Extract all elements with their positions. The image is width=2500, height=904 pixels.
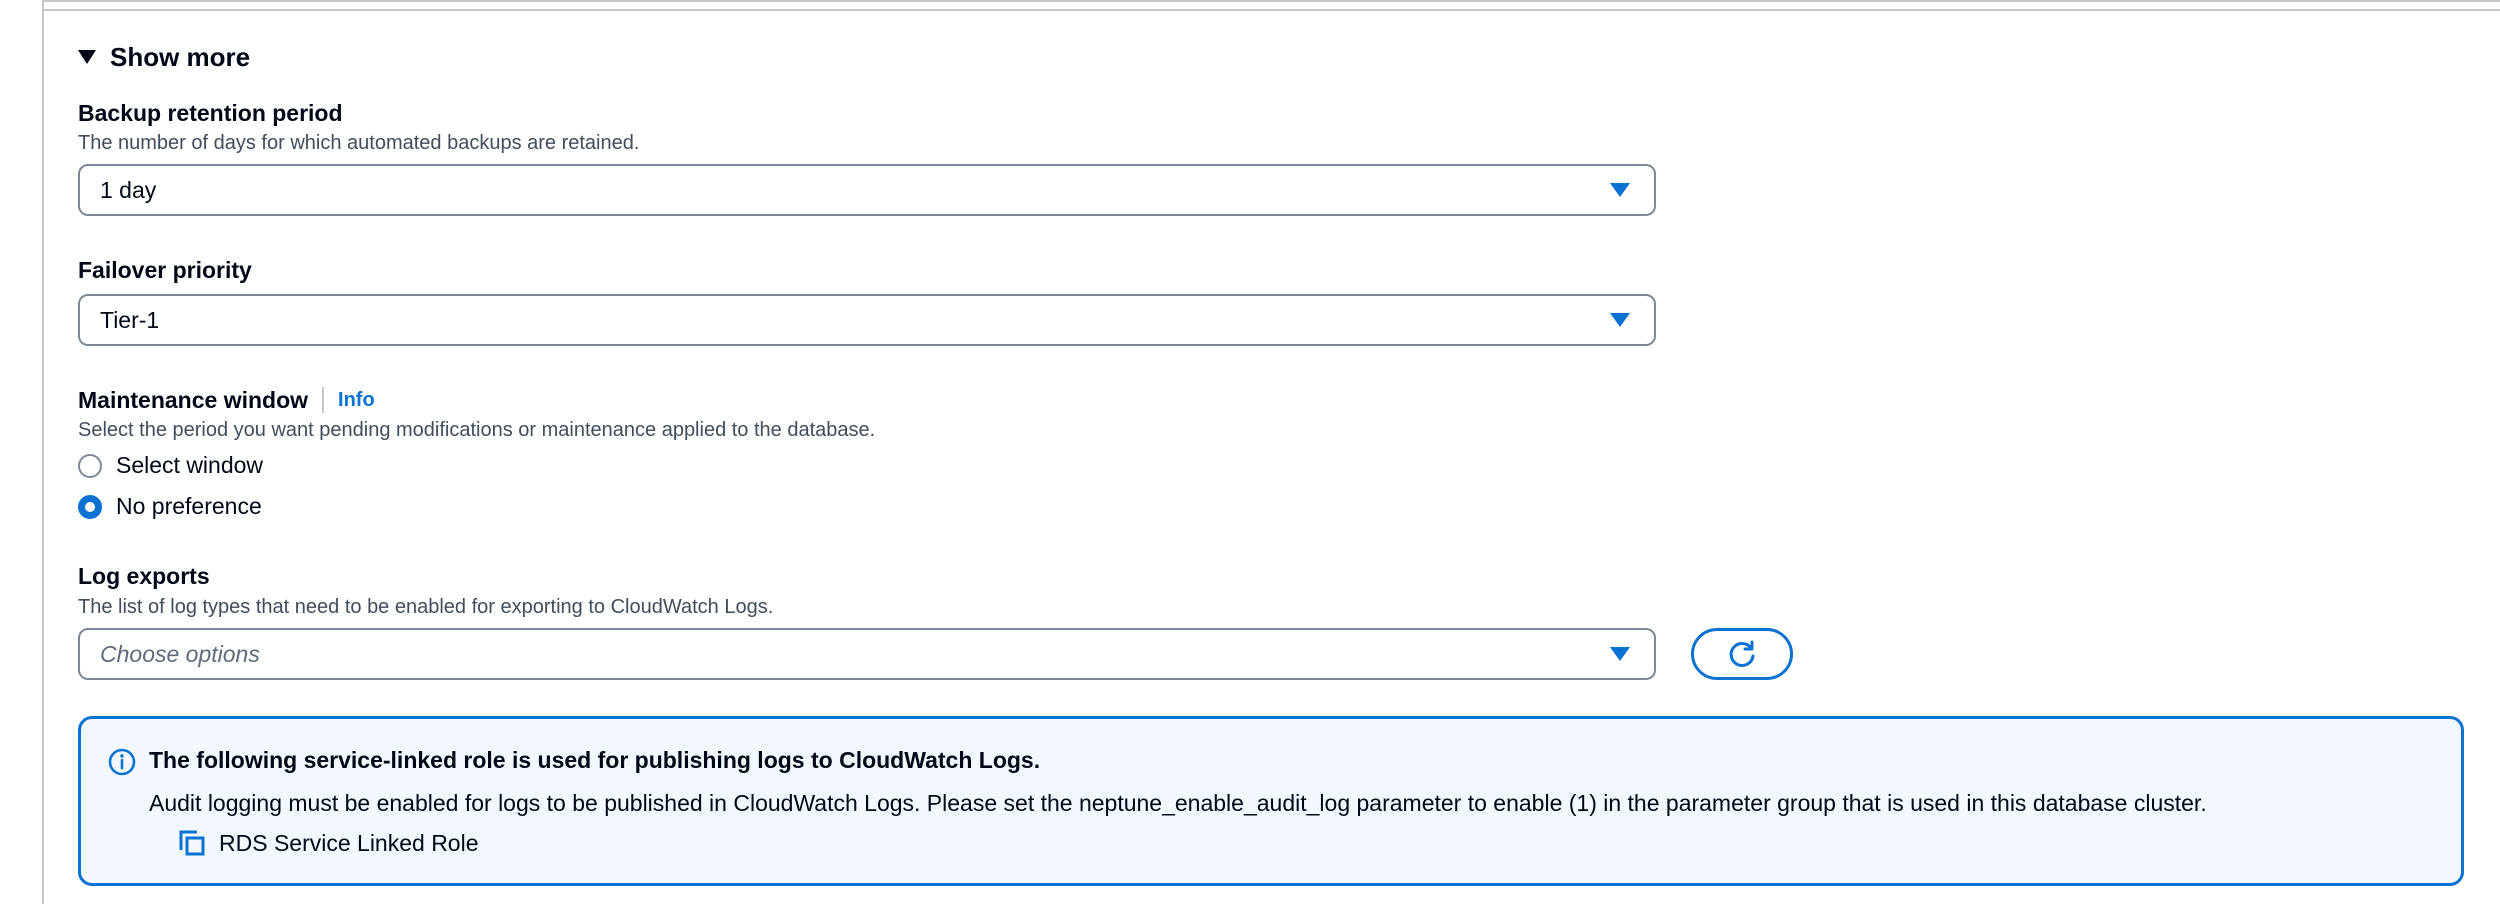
backup-retention-description: The number of days for which automated b…: [78, 132, 640, 154]
backup-retention-select[interactable]: 1 day: [78, 164, 1656, 216]
refresh-button[interactable]: [1691, 628, 1793, 680]
maintenance-window-header: Maintenance window Info: [78, 385, 375, 415]
radio-label: Select window: [116, 452, 264, 478]
maintenance-window-description: Select the period you want pending modif…: [78, 419, 876, 441]
alert-body: Audit logging must be enabled for logs t…: [149, 790, 2207, 816]
radio-button[interactable]: [78, 453, 102, 478]
dropdown-arrow-icon: [1610, 647, 1630, 661]
log-exports-description: The list of log types that need to be en…: [78, 596, 774, 618]
refresh-icon: [1729, 640, 1755, 667]
caret-down-icon: [78, 50, 96, 64]
failover-priority-label: Failover priority: [78, 257, 252, 283]
failover-priority-value: Tier-1: [100, 306, 160, 333]
radio-no-preference[interactable]: No preference: [78, 493, 262, 520]
backup-retention-value: 1 day: [100, 176, 157, 203]
dropdown-arrow-icon: [1610, 313, 1630, 327]
divider: [322, 387, 325, 413]
info-link[interactable]: Info: [338, 389, 375, 412]
panel-divider: [42, 9, 2500, 11]
alert-title: The following service-linked role is use…: [149, 747, 1041, 773]
link-label: RDS Service Linked Role: [219, 829, 479, 856]
info-circle-icon: [108, 748, 136, 776]
radio-button-checked[interactable]: [78, 494, 102, 519]
rds-service-linked-role-link[interactable]: RDS Service Linked Role: [177, 828, 479, 858]
log-exports-placeholder: Choose options: [100, 640, 260, 667]
dropdown-arrow-icon: [1610, 183, 1630, 197]
log-exports-label: Log exports: [78, 563, 210, 589]
failover-priority-select[interactable]: Tier-1: [78, 294, 1656, 346]
backup-retention-label: Backup retention period: [78, 100, 343, 126]
radio-select-window[interactable]: Select window: [78, 452, 263, 479]
show-more-toggle[interactable]: Show more: [78, 40, 250, 74]
radio-label: No preference: [116, 493, 262, 519]
info-alert: The following service-linked role is use…: [78, 716, 2464, 886]
maintenance-window-label: Maintenance window: [78, 386, 309, 413]
show-more-label: Show more: [110, 41, 251, 72]
copy-icon: [179, 830, 205, 856]
log-exports-multiselect[interactable]: Choose options: [78, 628, 1656, 680]
